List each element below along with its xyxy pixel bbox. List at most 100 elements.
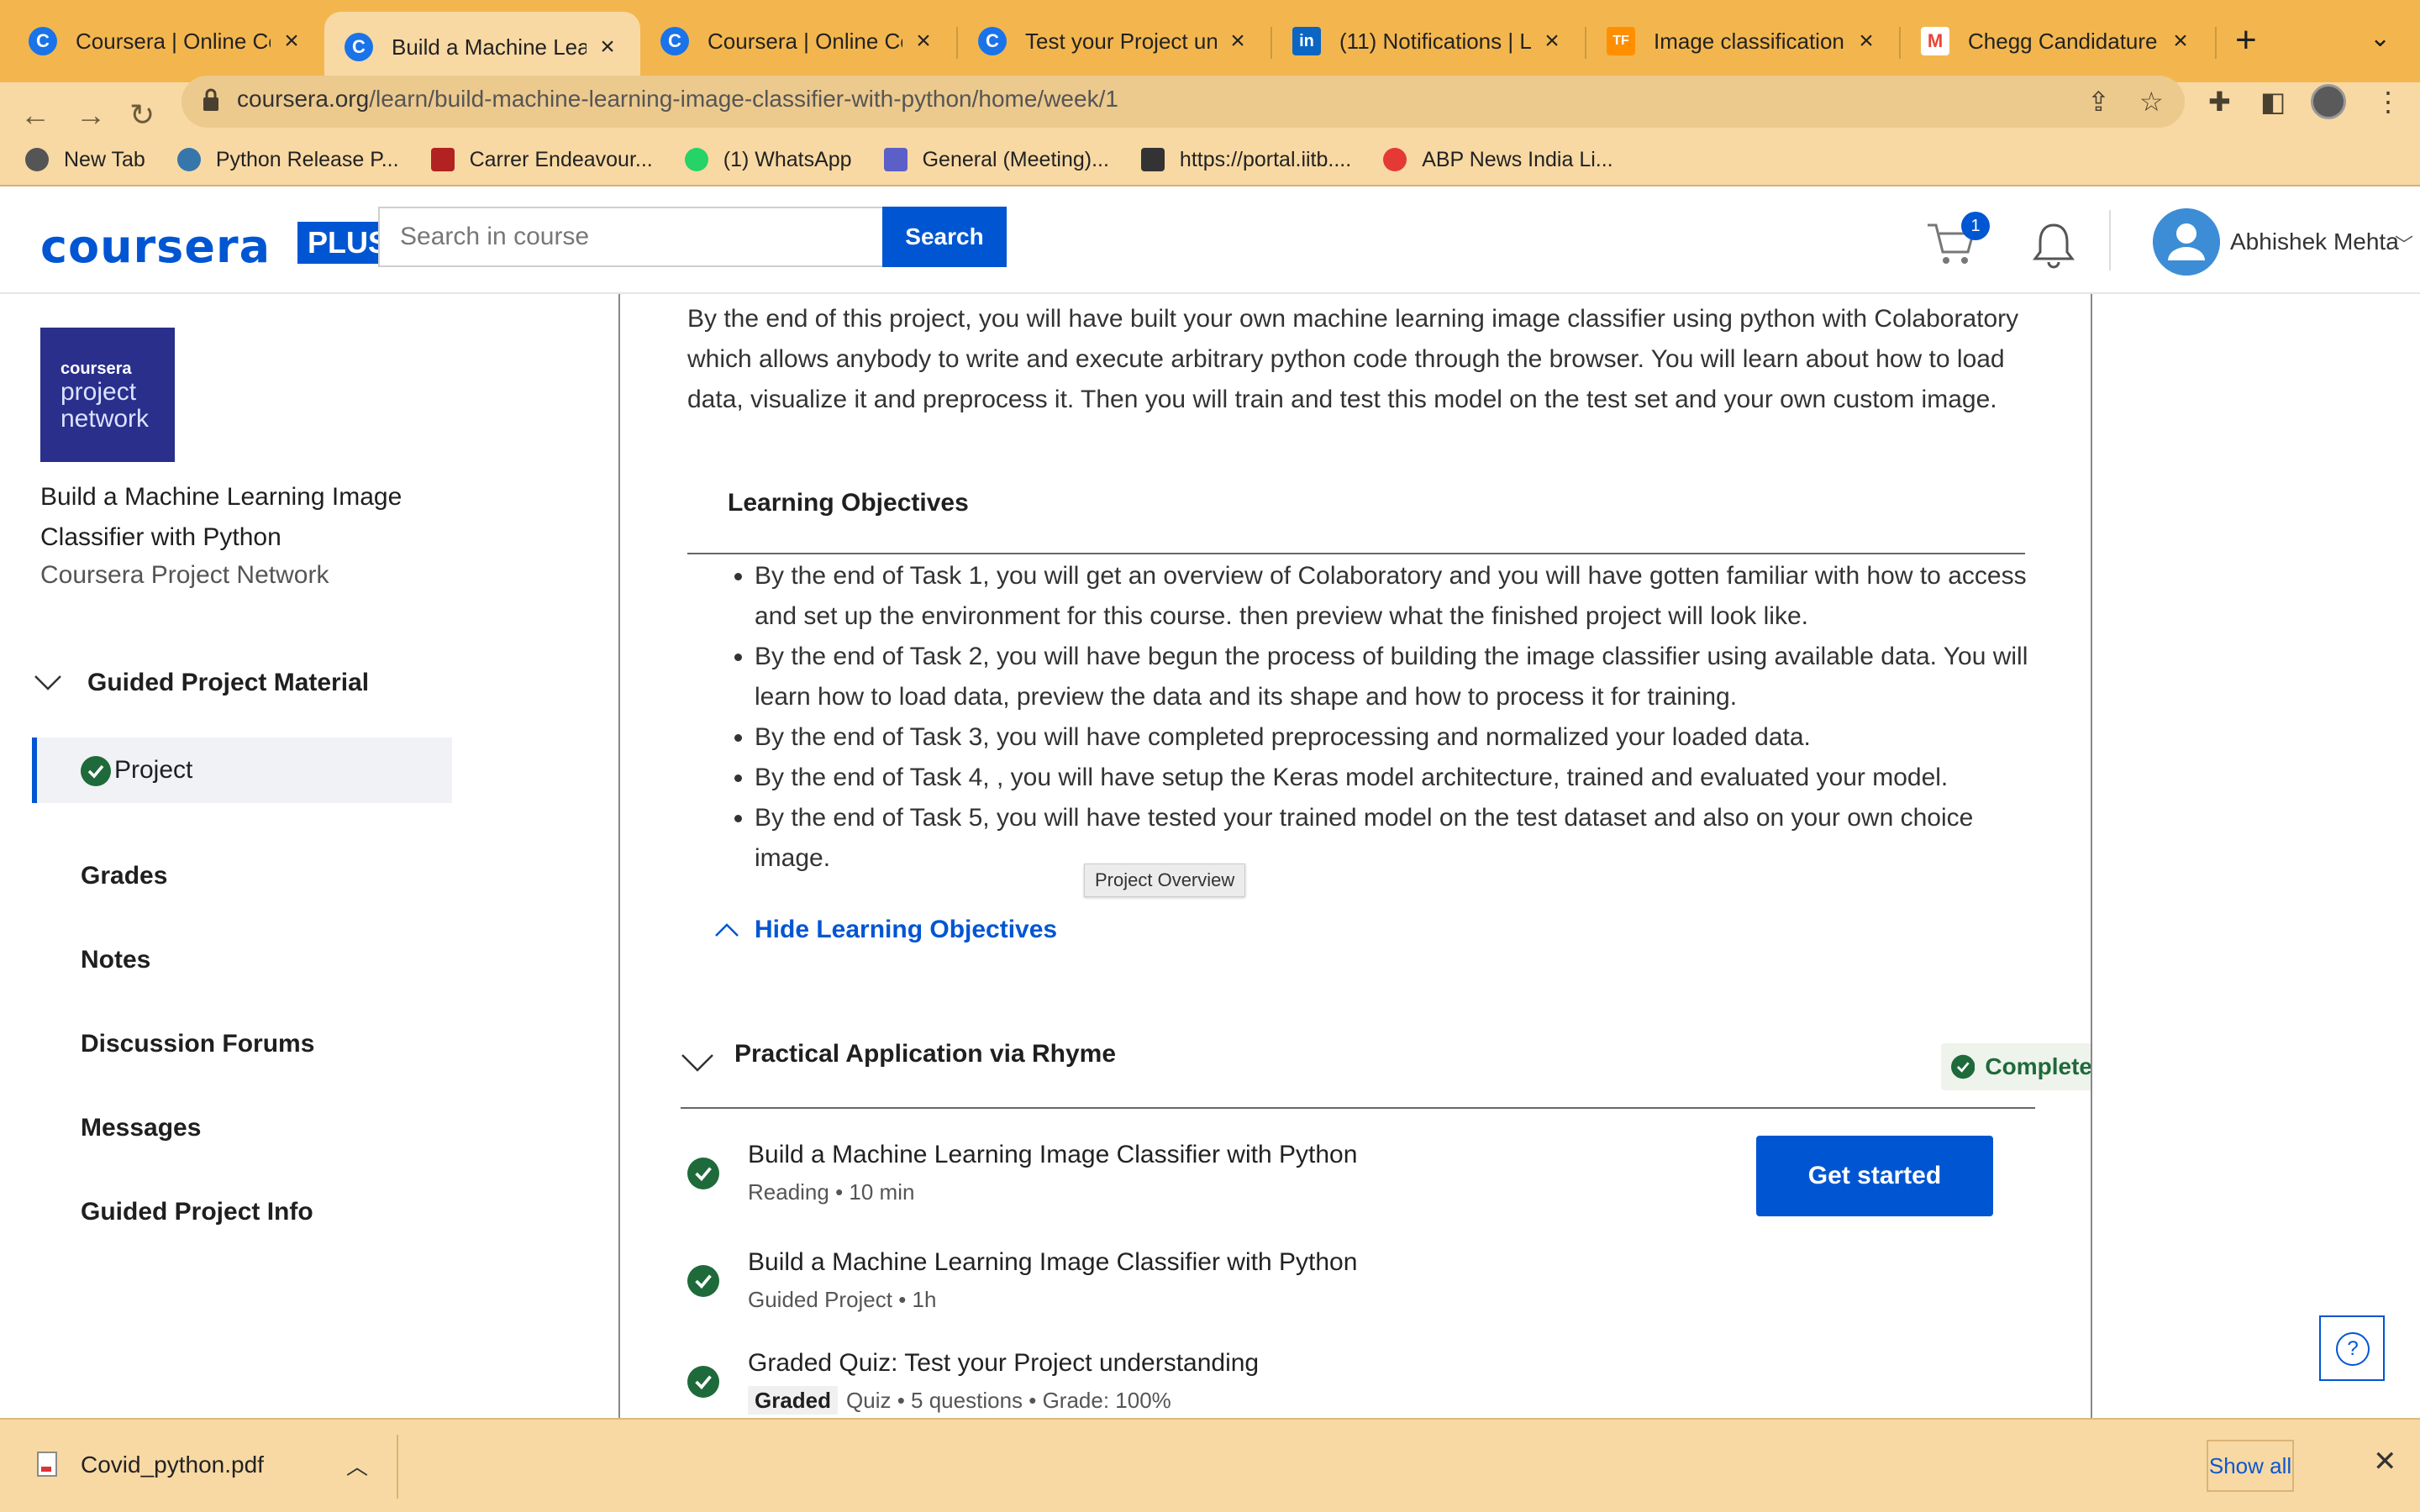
chevron-up-icon: [715, 923, 739, 937]
section-label: Guided Project Material: [87, 669, 370, 696]
item-title[interactable]: Build a Machine Learning Image Classifie…: [748, 1248, 1357, 1277]
header-divider: [2109, 210, 2111, 270]
user-name[interactable]: Abhishek Mehta: [2230, 228, 2399, 255]
gmail-favicon-icon: M: [1921, 27, 1949, 55]
chevron-down-icon: [34, 675, 61, 690]
sidebar-item-guided-project-info[interactable]: Guided Project Info: [81, 1198, 313, 1226]
close-tab-icon[interactable]: ×: [1225, 27, 1250, 55]
forward-arrow-icon[interactable]: →: [76, 97, 106, 133]
course-search-input[interactable]: [378, 207, 882, 267]
project-description: By the end of this project, you will hav…: [687, 305, 2019, 413]
url-host: coursera.org: [237, 86, 370, 112]
new-tab-icon[interactable]: +: [2235, 22, 2257, 59]
bookmark-label: (1) WhatsApp: [723, 147, 852, 171]
divider: [397, 1435, 398, 1499]
close-icon[interactable]: ✕: [2373, 1445, 2397, 1478]
bookmark-item[interactable]: Python Release P...: [176, 148, 399, 172]
list-item[interactable]: Build a Machine Learning Image Classifie…: [687, 1248, 1864, 1315]
browser-tab[interactable]: in (11) Notifications | LinkedIn ×: [1272, 12, 1585, 71]
coursera-favicon-icon: C: [660, 27, 689, 55]
globe-icon: [25, 148, 49, 171]
bookmark-label: New Tab: [64, 147, 145, 171]
coursera-logo[interactable]: coursera: [40, 220, 271, 273]
browser-tab[interactable]: C Test your Project understanding ×: [958, 12, 1270, 71]
tab-title: Build a Machine Learning: [392, 34, 587, 60]
main-content: By the end of this project, you will hav…: [618, 294, 2092, 1418]
completed-check-icon: [1951, 1054, 1975, 1079]
close-tab-icon[interactable]: ×: [2168, 27, 2193, 55]
bookmark-label: Carrer Endeavour...: [469, 147, 653, 171]
bookmark-item[interactable]: Carrer Endeavour...: [430, 147, 653, 172]
cart-count-badge: 1: [1961, 212, 1990, 240]
site-header: coursera PLUS Search 1 Abhishek Mehta ﹀: [0, 186, 2420, 294]
url-text[interactable]: coursera.org/learn/build-machine-learnin…: [237, 86, 1118, 113]
close-tab-icon[interactable]: ×: [1539, 27, 1565, 55]
item-title[interactable]: Graded Quiz: Test your Project understan…: [748, 1349, 1259, 1378]
browser-tab[interactable]: C Coursera | Online Courses ×: [8, 12, 324, 71]
close-tab-icon[interactable]: ×: [911, 27, 936, 55]
bookmark-item[interactable]: https://portal.iitb....: [1140, 148, 1351, 172]
bookmark-item[interactable]: (1) WhatsApp: [684, 147, 852, 172]
list-item: By the end of Task 1, you will get an ov…: [755, 556, 2032, 637]
bookmark-item[interactable]: General (Meeting)...: [883, 148, 1109, 172]
back-arrow-icon[interactable]: ←: [20, 97, 50, 133]
lock-icon[interactable]: [202, 87, 220, 113]
completed-check-icon: [687, 1265, 719, 1297]
browser-tab[interactable]: C Coursera | Online Courses ×: [640, 12, 956, 71]
browser-tab[interactable]: M Chegg Candidature U ×: [1901, 12, 2213, 71]
profile-avatar-icon[interactable]: [2311, 84, 2346, 119]
get-started-button[interactable]: Get started: [1756, 1136, 1993, 1216]
bookmark-item[interactable]: New Tab: [25, 148, 145, 172]
sidebar-item-discussion-forums[interactable]: Discussion Forums: [81, 1030, 314, 1058]
item-title[interactable]: Build a Machine Learning Image Classifie…: [748, 1141, 1357, 1169]
reload-icon[interactable]: ↻: [129, 97, 155, 133]
browser-menu-icon[interactable]: ⋮: [2375, 86, 2402, 118]
close-tab-icon[interactable]: ×: [1854, 27, 1879, 55]
side-panel-icon[interactable]: ◧: [2260, 86, 2286, 118]
guided-project-material-toggle[interactable]: Guided Project Material: [34, 669, 369, 697]
help-button[interactable]: ?: [2319, 1315, 2385, 1381]
hide-learning-objectives-link[interactable]: Hide Learning Objectives: [714, 916, 1057, 944]
practical-application-section-header[interactable]: Practical Application via Rhyme Complete: [681, 1032, 2091, 1109]
search-button[interactable]: Search: [882, 207, 1007, 267]
chevron-down-icon: [681, 1054, 713, 1072]
item-meta: Reading • 10 min: [748, 1179, 915, 1205]
sidebar-item-grades[interactable]: Grades: [81, 862, 167, 890]
sidebar-item-messages[interactable]: Messages: [81, 1114, 201, 1142]
teams-icon: [883, 148, 908, 171]
notification-bell-icon[interactable]: [2032, 220, 2075, 269]
list-item[interactable]: Build a Machine Learning Image Classifie…: [687, 1141, 1864, 1208]
browser-tab[interactable]: TF Image classification ×: [1586, 12, 1899, 71]
tab-list-chevron-icon[interactable]: ⌄: [2370, 24, 2391, 53]
item-meta-text: Quiz • 5 questions • Grade: 100%: [846, 1388, 1171, 1413]
tab-title: Test your Project understanding: [1025, 28, 1217, 54]
tab-title: Coursera | Online Courses: [76, 28, 271, 54]
browser-tab-active[interactable]: C Build a Machine Learning ×: [324, 12, 640, 82]
chevron-up-icon[interactable]: ︿: [346, 1450, 368, 1481]
bookmark-item[interactable]: ABP News India Li...: [1383, 147, 1613, 172]
completed-check-icon: [687, 1158, 719, 1189]
bookmark-star-icon[interactable]: ☆: [2139, 86, 2164, 118]
learning-objectives-title: Learning Objectives: [728, 489, 969, 517]
share-icon[interactable]: ⇪: [2087, 86, 2110, 118]
linkedin-favicon-icon: in: [1292, 27, 1321, 55]
completed-check-icon: [81, 756, 111, 786]
coursera-favicon-icon: C: [978, 27, 1007, 55]
tab-title: Chegg Candidature U: [1968, 28, 2160, 54]
close-tab-icon[interactable]: ×: [595, 33, 620, 61]
show-all-downloads-button[interactable]: Show all: [2207, 1440, 2294, 1492]
list-item: By the end of Task 4, , you will have se…: [755, 758, 2032, 798]
list-item[interactable]: Graded Quiz: Test your Project understan…: [687, 1349, 1864, 1416]
chevron-down-icon[interactable]: ﹀: [2395, 230, 2413, 257]
tab-title: Image classification: [1654, 28, 1844, 54]
extensions-puzzle-icon[interactable]: ✚: [2208, 86, 2231, 118]
link-label: Hide Learning Objectives: [755, 916, 1058, 943]
course-provider: Coursera Project Network: [40, 561, 329, 589]
bookmark-label: ABP News India Li...: [1422, 147, 1613, 171]
section-title: Practical Application via Rhyme: [734, 1040, 1117, 1068]
close-tab-icon[interactable]: ×: [279, 27, 304, 55]
sidebar-item-notes[interactable]: Notes: [81, 946, 150, 974]
download-file-name[interactable]: Covid_python.pdf: [81, 1452, 264, 1478]
tooltip: Project Overview: [1084, 864, 1246, 897]
user-avatar-icon[interactable]: [2153, 208, 2220, 276]
